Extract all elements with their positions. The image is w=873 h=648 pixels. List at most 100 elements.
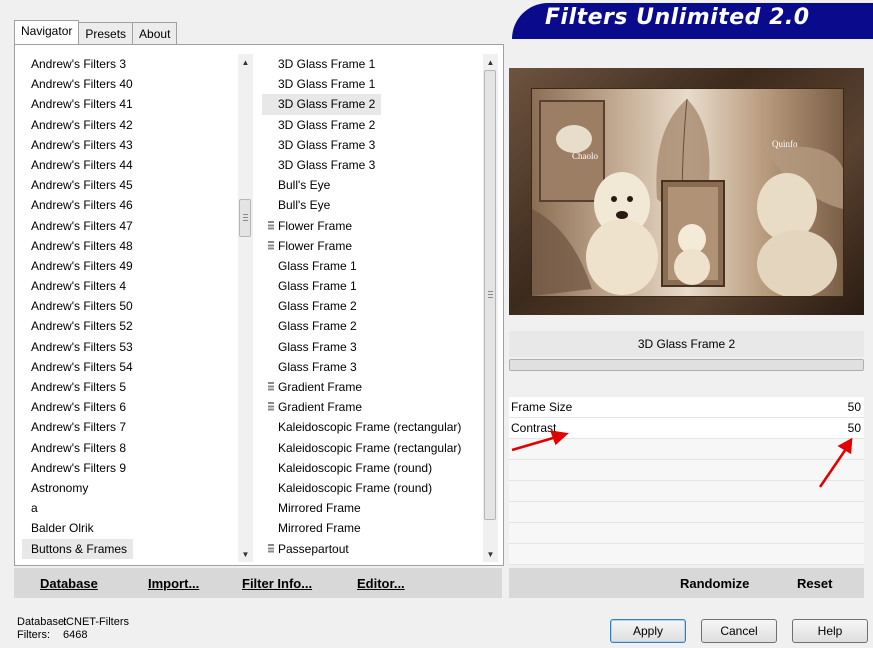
filter-item[interactable]: Kaleidoscopic Frame (rectangular)	[262, 438, 482, 458]
randomize-button[interactable]: Randomize	[680, 576, 749, 591]
help-button[interactable]: Help	[792, 619, 868, 643]
category-item[interactable]: Andrew's Filters 40	[22, 74, 232, 94]
category-item[interactable]: Andrew's Filters 48	[22, 236, 232, 256]
filter-item[interactable]: Mirrored Frame	[262, 518, 482, 538]
filter-slider-track[interactable]	[509, 359, 864, 371]
filter-item[interactable]: Flower Frame	[262, 236, 482, 256]
category-scrollbar[interactable]: ▲ ▼	[238, 54, 253, 562]
category-item[interactable]: Andrew's Filters 53	[22, 337, 232, 357]
filter-item[interactable]: Passepartout	[262, 539, 482, 559]
filter-item[interactable]: Glass Frame 2	[262, 316, 482, 336]
category-item[interactable]: Andrew's Filters 49	[22, 256, 232, 276]
preview-image: Chaolo Quinfo	[531, 88, 844, 297]
cancel-button[interactable]: Cancel	[701, 619, 777, 643]
category-item[interactable]: Balder Olrik	[22, 518, 232, 538]
category-item[interactable]: Andrew's Filters 7	[22, 417, 232, 437]
category-label: Andrew's Filters 50	[31, 299, 133, 314]
scroll-down-icon[interactable]: ▼	[483, 548, 498, 562]
preview-caption-left: Chaolo	[572, 151, 598, 161]
category-item[interactable]: Andrew's Filters 43	[22, 135, 232, 155]
filter-item[interactable]: Kaleidoscopic Frame (round)	[262, 478, 482, 498]
filter-item[interactable]: Gradient Frame	[262, 377, 482, 397]
filter-item[interactable]: Kaleidoscopic Frame (rectangular)	[262, 417, 482, 437]
filter-scrollbar[interactable]: ▲ ▼	[483, 54, 498, 562]
scroll-down-icon[interactable]: ▼	[238, 548, 253, 562]
category-label: Andrew's Filters 41	[31, 97, 133, 112]
import-button[interactable]: Import...	[148, 576, 199, 591]
param-label: Frame Size	[511, 400, 573, 414]
filter-label: Gradient Frame	[278, 380, 363, 394]
scroll-thumb[interactable]	[484, 70, 496, 520]
database-button[interactable]: Database	[40, 576, 98, 591]
category-item[interactable]: Andrew's Filters 3	[22, 54, 232, 74]
category-item[interactable]: Andrew's Filters 4	[22, 276, 232, 296]
category-label: Andrew's Filters 3	[31, 57, 126, 71]
category-item[interactable]: a	[22, 498, 232, 518]
filter-item[interactable]: Glass Frame 2	[262, 296, 482, 316]
category-item[interactable]: Andrew's Filters 42	[22, 115, 232, 135]
filter-item[interactable]: 3D Glass Frame 1	[262, 74, 482, 94]
category-item[interactable]: Andrew's Filters 45	[22, 175, 232, 195]
category-item[interactable]: Andrew's Filters 52	[22, 316, 232, 336]
category-item[interactable]: Andrew's Filters 6	[22, 397, 232, 417]
category-item[interactable]: Andrew's Filters 9	[22, 458, 232, 478]
filter-item[interactable]: Kaleidoscopic Frame (round)	[262, 458, 482, 478]
category-item[interactable]: Andrew's Filters 5	[22, 377, 232, 397]
filter-item[interactable]: Flower Frame	[262, 216, 482, 236]
editor-button[interactable]: Editor...	[357, 576, 405, 591]
category-label: Andrew's Filters 6	[31, 400, 126, 415]
filter-item[interactable]: 3D Glass Frame 2	[262, 94, 482, 115]
filter-info-button[interactable]: Filter Info...	[242, 576, 312, 591]
category-item[interactable]: Andrew's Filters 54	[22, 357, 232, 377]
category-item[interactable]: Andrew's Filters 50	[22, 296, 232, 316]
status-database-label: Database:	[17, 616, 68, 628]
param-contrast[interactable]: Contrast 50	[509, 418, 864, 439]
filter-label: 3D Glass Frame 1	[278, 57, 376, 71]
apply-button[interactable]: Apply	[610, 619, 686, 643]
category-label: Andrew's Filters 40	[31, 77, 133, 92]
filter-item[interactable]: Gradient Frame	[262, 397, 482, 417]
grip-icon	[268, 220, 274, 231]
tab-navigator[interactable]: Navigator	[14, 20, 80, 44]
filter-item[interactable]: Glass Frame 3	[262, 357, 482, 377]
filter-item[interactable]: Bull's Eye	[262, 175, 482, 195]
preview-toolbar: Randomize Reset	[509, 568, 864, 598]
category-list[interactable]: Andrew's Filters 3 Andrew's Filters 40 And…	[22, 54, 232, 562]
category-item[interactable]: Andrew's Filters 46	[22, 195, 232, 215]
param-empty-row	[509, 502, 864, 523]
filter-item[interactable]: 3D Glass Frame 2	[262, 115, 482, 135]
reset-button[interactable]: Reset	[797, 576, 832, 591]
filter-list[interactable]: 3D Glass Frame 1 3D Glass Frame 1 3D Glass…	[262, 54, 482, 562]
category-label: Andrew's Filters 52	[31, 319, 133, 334]
filter-label: 3D Glass Frame 1	[278, 77, 376, 92]
category-label: Andrew's Filters 8	[31, 440, 126, 455]
category-item[interactable]: Astronomy	[22, 478, 232, 498]
category-item[interactable]: Andrew's Filters 44	[22, 155, 232, 175]
preview-caption-right: Quinfo	[772, 139, 798, 149]
category-item[interactable]: Buttons & Frames	[22, 538, 232, 559]
filter-label: Glass Frame 3	[278, 339, 357, 354]
app-title: Filters Unlimited 2.0	[545, 5, 810, 30]
category-item[interactable]: Andrew's Filters 47	[22, 216, 232, 236]
category-label: Andrew's Filters 49	[31, 258, 133, 273]
filter-item[interactable]: 3D Glass Frame 3	[262, 155, 482, 175]
scroll-up-icon[interactable]: ▲	[483, 56, 498, 70]
filter-item[interactable]: Bull's Eye	[262, 195, 482, 215]
tab-about[interactable]: About	[132, 22, 178, 44]
category-item[interactable]: Andrew's Filters 8	[22, 438, 232, 458]
filter-label: Mirrored Frame	[278, 521, 361, 536]
param-frame-size[interactable]: Frame Size 50	[509, 397, 864, 418]
filter-item[interactable]: Glass Frame 1	[262, 276, 482, 296]
category-item[interactable]: Andrew's Filters 41	[22, 94, 232, 114]
filter-item[interactable]: 3D Glass Frame 1	[262, 54, 482, 74]
param-value[interactable]: 50	[848, 397, 861, 417]
filter-item[interactable]: Mirrored Frame	[262, 498, 482, 518]
param-value[interactable]: 50	[848, 418, 861, 438]
scroll-up-icon[interactable]: ▲	[238, 56, 253, 70]
filter-item[interactable]: 3D Glass Frame 3	[262, 135, 482, 155]
tab-presets[interactable]: Presets	[78, 22, 134, 44]
filter-item[interactable]: Glass Frame 3	[262, 337, 482, 357]
filter-label: Glass Frame 1	[278, 258, 357, 273]
scroll-thumb[interactable]	[239, 199, 251, 237]
filter-item[interactable]: Glass Frame 1	[262, 256, 482, 276]
